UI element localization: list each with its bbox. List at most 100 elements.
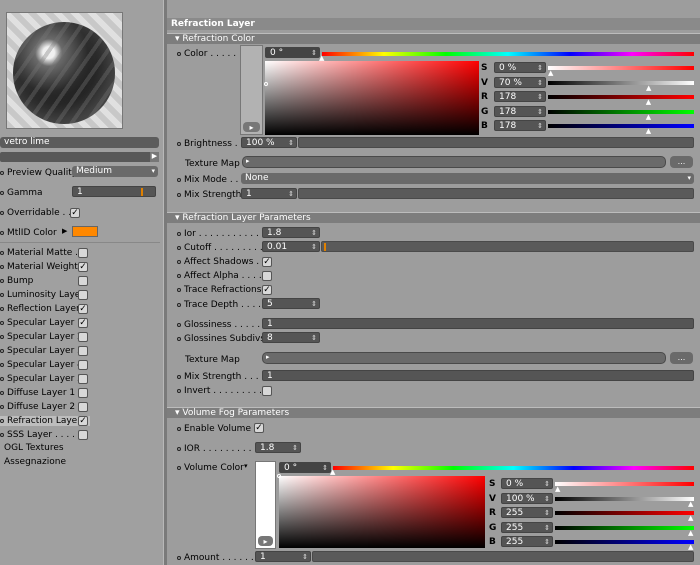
volume-hue-slider[interactable] [333,466,694,470]
layer-checkbox[interactable]: ✓ [78,416,88,426]
layer-item[interactable]: Specular Layer 3 [0,346,83,356]
layer-item[interactable]: Material Weight [0,262,78,272]
amount-slider[interactable] [312,551,694,562]
layer-item[interactable]: Specular Layer 1 [0,318,83,328]
layer-checkbox[interactable] [78,402,88,412]
channel-g-slider[interactable] [548,109,694,114]
layer-checkbox[interactable] [78,332,88,342]
ior-input[interactable]: 1.8 ⇕ [262,227,320,238]
layer-checkbox[interactable] [78,276,88,286]
channel-v-slider[interactable] [555,496,694,501]
expand-triangle-icon[interactable]: ▶ [62,227,67,235]
assegnazione-item[interactable]: Assegnazione [4,457,66,467]
volume-sv-picker[interactable] [279,476,485,548]
overridable-checkbox[interactable]: ✓ [70,208,80,218]
amount-input[interactable]: 1 ⇕ [255,551,311,562]
layer-item[interactable]: Specular Layer 2 [0,332,83,342]
layer-item[interactable]: Specular Layer 4 [0,360,83,370]
layer-checkbox[interactable] [78,388,88,398]
layer-checkbox[interactable] [78,290,88,300]
channel-b-handle[interactable]: ▲ [646,127,651,135]
channel-r-slider[interactable] [548,95,694,99]
gloss-texture-browse-button[interactable]: ... [670,352,693,364]
channel-v-input[interactable]: 100 % ⇕ [501,492,553,504]
gloss-texture-map-field[interactable]: ▸ [262,352,666,364]
brightness-input[interactable]: 100 % ⇕ [241,137,297,148]
glossiness-input[interactable]: 1 [262,318,694,329]
channel-b-slider[interactable] [555,540,694,544]
section-volume-fog[interactable]: ▾ Volume Fog Parameters [167,407,700,418]
channel-b-handle[interactable]: ▲ [688,543,693,551]
section-refraction-color[interactable]: ▾ Refraction Color [167,33,700,44]
layer-checkbox[interactable] [78,430,88,440]
trace-depth-input[interactable]: 5 ⇕ [262,298,320,309]
material-path-bar[interactable]: ▶ [0,152,159,162]
channel-r-slider[interactable] [555,511,694,515]
channel-b-slider[interactable] [548,124,694,128]
mix-mode-select[interactable]: None ▾ [241,173,694,184]
mix-strength-input[interactable]: 1 ⇕ [241,188,297,199]
layer-checkbox[interactable] [78,346,88,356]
channel-r-handle[interactable]: ▲ [688,514,693,522]
channel-v-input[interactable]: 70 % ⇕ [494,76,546,88]
layer-item[interactable]: SSS Layer . . . . . . [0,430,86,440]
swatch-expand-button[interactable]: ▸ [243,122,260,132]
layer-checkbox[interactable]: ✓ [78,318,88,328]
texture-map-field[interactable]: ▸ [242,156,666,168]
section-refraction-params[interactable]: ▾ Refraction Layer Parameters [167,212,700,223]
channel-g-slider[interactable] [555,525,694,530]
layer-checkbox[interactable]: ✓ [78,304,88,314]
sv-picker-cursor[interactable] [264,82,268,86]
hue-input[interactable]: 0 ° ⇕ [265,47,320,58]
layer-item[interactable]: Refraction Layer [0,416,90,426]
channel-b-input[interactable]: 178 ⇕ [494,120,546,131]
channel-g-input[interactable]: 178 ⇕ [494,105,546,117]
layer-item[interactable]: Diffuse Layer 1 . [0,388,81,398]
layer-item[interactable]: Material Matte . . [0,248,84,258]
gamma-input[interactable]: 1 [72,186,156,197]
channel-v-slider[interactable] [548,80,694,85]
layer-checkbox[interactable]: ✓ [78,262,88,272]
channel-s-handle[interactable]: ▲ [548,69,553,77]
texture-browse-button[interactable]: ... [670,156,693,168]
chevron-down-icon[interactable]: ▾ [244,462,248,470]
enable-volume-checkbox[interactable]: ✓ [254,423,264,433]
affect-shadows-checkbox[interactable]: ✓ [262,257,272,267]
invert-checkbox[interactable] [262,386,272,396]
layer-item[interactable]: Reflection Layer [0,304,80,314]
preview-quality-select[interactable]: Medium ▾ [72,166,158,177]
mtlid-color-swatch[interactable] [72,226,98,237]
volume-hue-slider-handle[interactable]: ▲ [330,468,335,476]
channel-g-input[interactable]: 255 ⇕ [501,521,553,533]
channel-s-input[interactable]: 0 % ⇕ [494,62,546,73]
hue-slider[interactable] [322,52,694,56]
material-name-field[interactable]: vetro lime [0,137,159,148]
volume-color-swatch[interactable]: ▸ [255,461,276,549]
volume-hue-input[interactable]: 0 ° ⇕ [279,462,331,473]
channel-r-input[interactable]: 255 ⇕ [501,507,553,518]
cutoff-input[interactable]: 0.01 ⇕ [262,241,320,252]
affect-alpha-checkbox[interactable] [262,271,272,281]
brightness-slider[interactable] [298,137,694,148]
layer-item[interactable]: Bump [0,276,33,286]
refraction-color-swatch[interactable]: ▸ [240,45,263,135]
sv-picker[interactable] [265,61,479,135]
channel-s-input[interactable]: 0 % ⇕ [501,478,553,489]
layer-item[interactable]: Diffuse Layer 2 . [0,402,81,412]
layer-item[interactable]: Luminosity Layer [0,290,84,300]
layer-item[interactable]: Specular Layer 5 [0,374,83,384]
volume-ior-input[interactable]: 1.8 ⇕ [255,442,301,453]
channel-b-input[interactable]: 255 ⇕ [501,536,553,547]
gloss-mix-strength-input[interactable]: 1 [262,370,694,381]
channel-v-handle[interactable]: ▲ [688,500,693,508]
cutoff-slider[interactable] [321,241,694,252]
mix-strength-slider[interactable] [298,188,694,199]
layer-checkbox[interactable] [78,360,88,370]
expand-arrow-icon[interactable]: ▶ [150,152,159,162]
layer-checkbox[interactable] [78,374,88,384]
ogl-textures-item[interactable]: OGL Textures [4,443,64,453]
channel-s-handle[interactable]: ▲ [555,485,560,493]
channel-v-handle[interactable]: ▲ [646,84,651,92]
channel-s-slider[interactable] [548,66,694,70]
trace-refractions-checkbox[interactable]: ✓ [262,285,272,295]
